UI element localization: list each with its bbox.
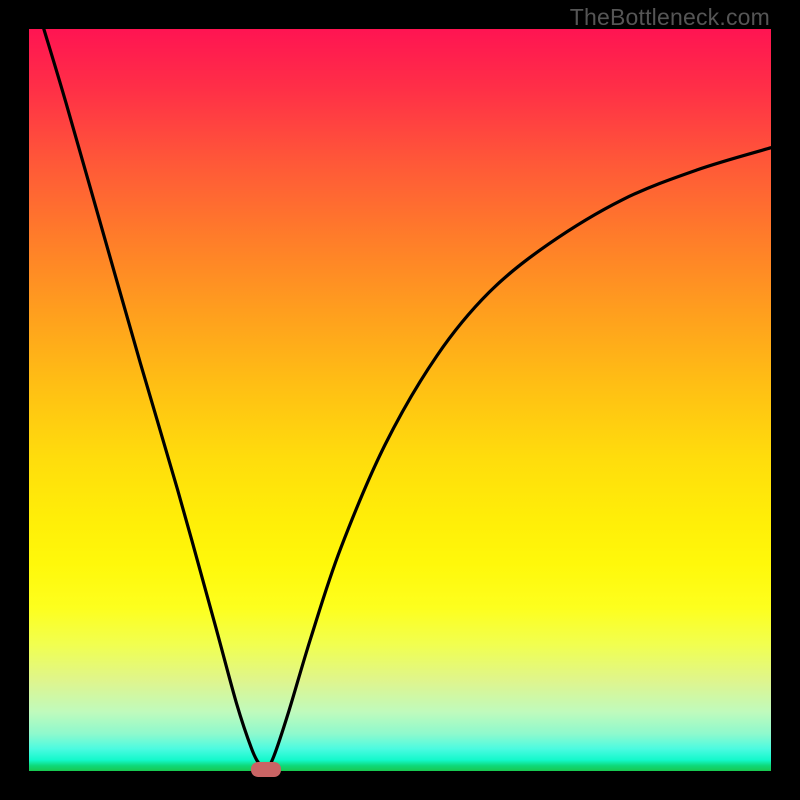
- minimum-marker: [251, 762, 281, 777]
- plot-area: [29, 29, 771, 771]
- curve-svg: [29, 29, 771, 771]
- bottleneck-curve-path: [44, 29, 771, 770]
- watermark-text: TheBottleneck.com: [570, 4, 770, 31]
